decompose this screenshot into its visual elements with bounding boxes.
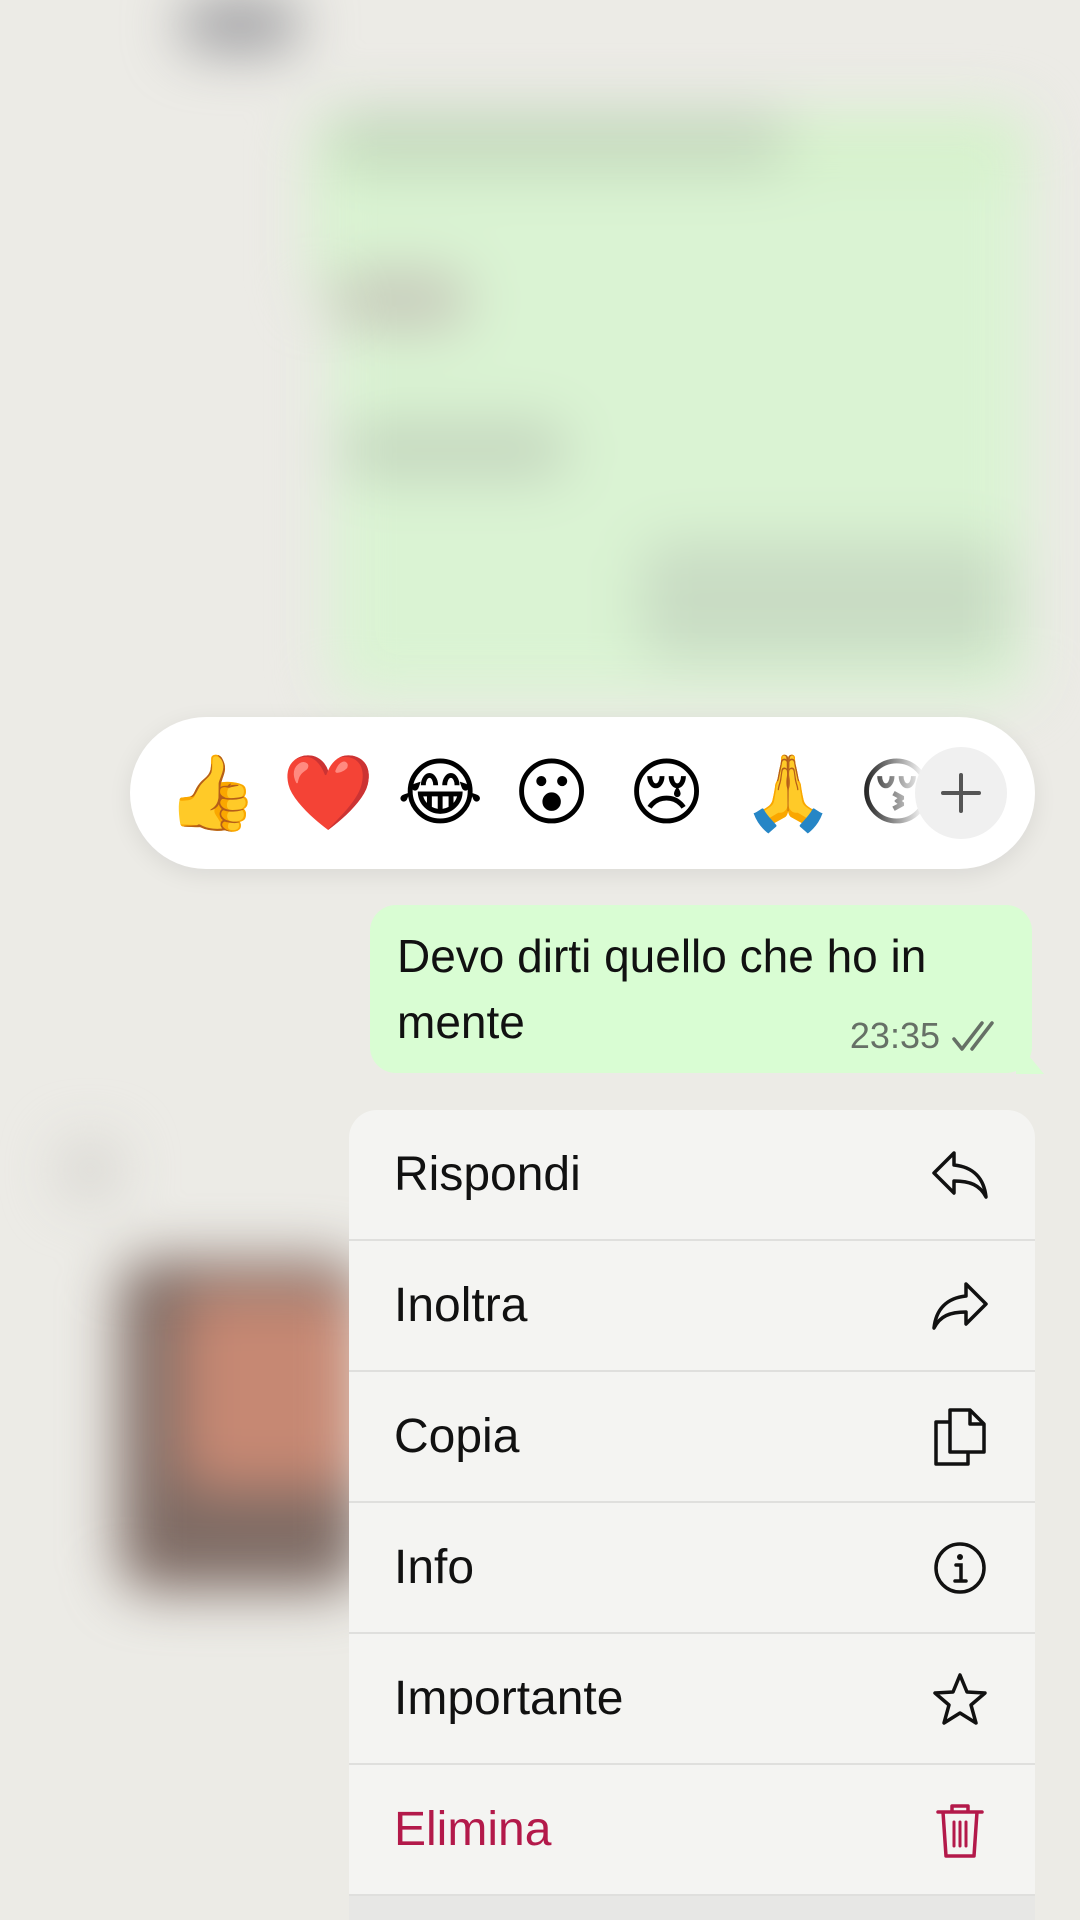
- message-bubble[interactable]: Devo dirti quello che ho in mente 23:35: [370, 905, 1032, 1073]
- blurred-photo: [180, 1290, 360, 1490]
- menu-item-copy[interactable]: Copia: [349, 1372, 1035, 1503]
- blurred-message: [640, 540, 1010, 660]
- blurred-text: [330, 110, 790, 170]
- blurred-text: [330, 270, 470, 330]
- menu-item-label: Inoltra: [394, 1279, 528, 1332]
- menu-item-forward[interactable]: Inoltra: [349, 1241, 1035, 1372]
- blurred-text: [340, 420, 570, 480]
- reaction-thumbs-up[interactable]: 👍: [166, 755, 258, 831]
- message-meta: 23:35: [850, 1015, 1004, 1057]
- menu-item-reply[interactable]: Rispondi: [349, 1110, 1035, 1241]
- menu-item-label: Copia: [394, 1410, 520, 1463]
- add-reaction-button[interactable]: [915, 747, 1007, 839]
- reaction-crying[interactable]: 😢: [628, 755, 705, 831]
- info-icon: [929, 1537, 991, 1599]
- menu-item-label: Importante: [394, 1672, 624, 1725]
- reply-icon: [929, 1144, 991, 1206]
- menu-item-label: Elimina: [394, 1803, 552, 1856]
- blurred-avatar: [60, 1140, 120, 1200]
- menu-bottom-edge: [349, 1896, 1035, 1920]
- menu-item-label: Rispondi: [394, 1148, 581, 1201]
- forward-icon: [929, 1275, 991, 1337]
- star-icon: [929, 1668, 991, 1730]
- copy-icon: [929, 1406, 991, 1468]
- plus-icon: [941, 773, 981, 813]
- menu-item-delete[interactable]: Elimina: [349, 1765, 1035, 1896]
- menu-item-star[interactable]: Importante: [349, 1634, 1035, 1765]
- reaction-bar: 👍 ❤️ 😂 😮 😢 🙏 😚: [130, 717, 1035, 869]
- reaction-laughing[interactable]: 😂: [397, 755, 483, 831]
- double-check-icon: [952, 1021, 994, 1051]
- reaction-heart[interactable]: ❤️: [282, 755, 374, 831]
- reaction-surprised[interactable]: 😮: [513, 755, 590, 831]
- message-time: 23:35: [849, 1015, 940, 1056]
- blurred-header: [180, 0, 300, 50]
- reaction-praying[interactable]: 🙏: [742, 755, 834, 831]
- message-action-menu: Rispondi Inoltra Copia Info Importante E…: [349, 1110, 1035, 1920]
- menu-item-info[interactable]: Info: [349, 1503, 1035, 1634]
- menu-item-label: Info: [394, 1541, 475, 1594]
- trash-icon: [929, 1799, 991, 1861]
